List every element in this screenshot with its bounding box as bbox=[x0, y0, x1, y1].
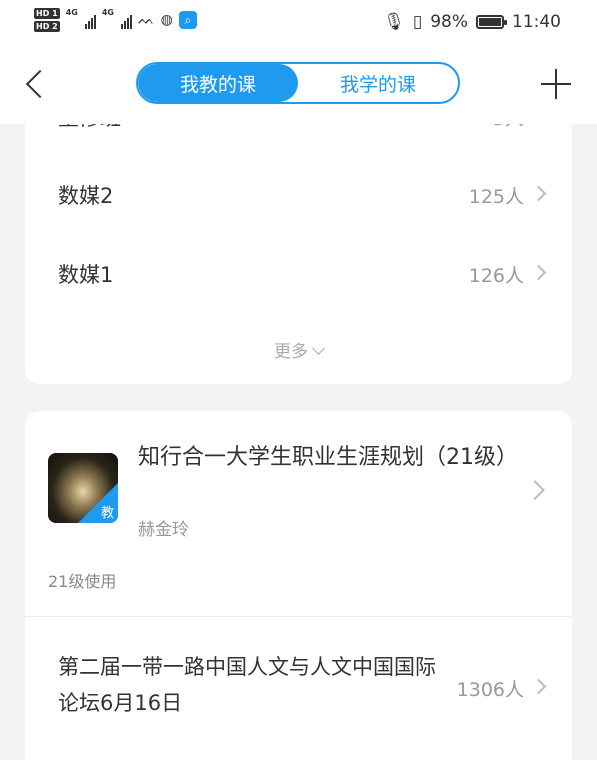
chevron-right-icon bbox=[530, 185, 547, 202]
tab-teaching[interactable]: 我教的课 bbox=[138, 64, 298, 102]
class-name: 第二届一带一路中国人文与人文中国国际论坛6月16日 bbox=[58, 655, 436, 715]
sim1-label: HD 1 bbox=[34, 8, 60, 19]
shield-icon: ◍ bbox=[160, 12, 173, 28]
teacher-badge-label: 教 bbox=[100, 506, 114, 521]
chevron-right-icon bbox=[530, 264, 547, 281]
class-count: 126人 bbox=[468, 265, 524, 287]
network2-label: 4G bbox=[101, 8, 114, 17]
class-list-card: 重修班 5人 数媒2 125人 数媒1 126人 更多 bbox=[25, 124, 572, 384]
class-row[interactable]: 数媒1 126人 bbox=[25, 241, 572, 301]
course-tab-switch: 我教的课 我学的课 bbox=[136, 62, 460, 104]
divider bbox=[25, 616, 572, 617]
battery-percent: 98% bbox=[430, 12, 468, 32]
network1-label: 4G bbox=[65, 8, 78, 17]
course-teacher: 赫金玲 bbox=[138, 520, 189, 540]
class-row[interactable]: 重修班 5人 bbox=[25, 124, 572, 144]
course-card: 教 知行合一大学生职业生涯规划（21级） 赫金玲 21级使用 第二届一带一路中国… bbox=[25, 411, 572, 760]
class-row[interactable]: 数媒2 125人 bbox=[25, 162, 572, 222]
class-count: 5人 bbox=[493, 124, 524, 131]
chevron-down-icon bbox=[312, 342, 325, 355]
course-list[interactable]: 重修班 5人 数媒2 125人 数媒1 126人 更多 教 知行合一大学生职业生… bbox=[0, 124, 597, 760]
class-count: 1306人 bbox=[456, 679, 524, 701]
add-button[interactable] bbox=[541, 69, 571, 99]
status-bar: HD 1 HD 2 4G 4G ᨓ ◍ ⌕ 🎙 ▯ 98% 11:40 bbox=[0, 0, 597, 46]
class-name: 重修班 bbox=[58, 124, 121, 132]
app-notification-icon: ᨓ bbox=[137, 12, 155, 28]
sim-indicators: HD 1 HD 2 bbox=[34, 8, 60, 32]
status-right: 🎙 ▯ 98% 11:40 bbox=[383, 12, 561, 32]
vibrate-icon: ▯ bbox=[412, 12, 423, 32]
more-label: 更多 bbox=[274, 342, 308, 362]
course-title: 知行合一大学生职业生涯规划（21级） bbox=[138, 445, 518, 470]
sim2-label: HD 2 bbox=[34, 21, 60, 32]
header: 我教的课 我学的课 bbox=[0, 46, 597, 124]
signal2-icon bbox=[120, 11, 132, 29]
back-button[interactable] bbox=[22, 66, 52, 102]
class-count: 125人 bbox=[468, 186, 524, 208]
clock: 11:40 bbox=[512, 12, 561, 32]
course-cover-image: 教 bbox=[48, 453, 118, 523]
signal1-icon bbox=[84, 11, 96, 29]
course-usage: 21级使用 bbox=[48, 572, 117, 591]
status-left: HD 1 HD 2 4G 4G ᨓ ◍ ⌕ bbox=[34, 8, 197, 32]
class-name: 数媒2 bbox=[58, 184, 114, 208]
chevron-right-icon bbox=[525, 480, 545, 500]
class-name: 数媒1 bbox=[58, 263, 114, 287]
tab-learning[interactable]: 我学的课 bbox=[298, 64, 458, 102]
more-button[interactable]: 更多 bbox=[25, 337, 572, 362]
battery-icon bbox=[476, 15, 507, 29]
chevron-right-icon bbox=[530, 678, 547, 695]
search-app-icon: ⌕ bbox=[178, 11, 197, 29]
microphone-icon: 🎙 bbox=[383, 12, 405, 32]
